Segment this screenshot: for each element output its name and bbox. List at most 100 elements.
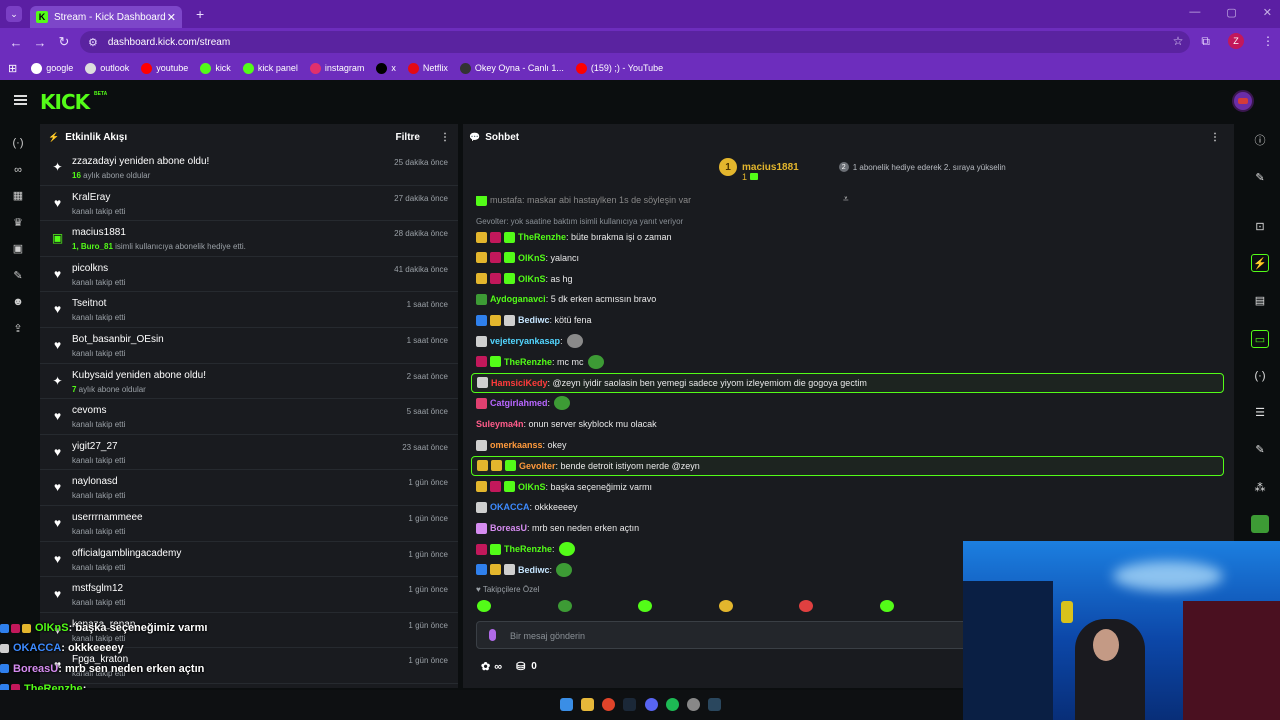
close-window-icon[interactable]: ✕ (1263, 6, 1272, 19)
obs-icon[interactable] (687, 698, 700, 711)
activity-event[interactable]: ♥ mstfsglm12 kanalı takip etti 1 gün önce (40, 577, 458, 613)
gift-icon[interactable]: ✿ (481, 660, 490, 673)
activity-event[interactable]: ✦ zzazadayi yeniden abone oldu! 16 aylık a… (40, 150, 458, 186)
chat-username[interactable]: OKACCA (490, 502, 530, 512)
chat-username[interactable]: Suleyma4n (476, 419, 524, 429)
queue-icon[interactable]: ☰ (1251, 404, 1269, 422)
chat-message[interactable]: Aydoganavci: 5 dk erken acmıssın bravo (471, 289, 1224, 309)
chat-message[interactable]: omerkaanss: okey (471, 435, 1224, 455)
bookmark-item[interactable]: instagram (309, 62, 364, 74)
bookmark-item[interactable]: (159) ;) - YouTube (575, 62, 663, 74)
menu-dots-icon[interactable]: ⋮ (1262, 34, 1274, 48)
chat-message[interactable]: TheRenzhe: mc mc (471, 352, 1224, 372)
edit-icon[interactable]: ✎ (1251, 169, 1269, 187)
bookmark-item[interactable]: google (31, 62, 73, 74)
chat-username[interactable]: Bediwc (518, 315, 550, 325)
document-icon[interactable]: ▤ (1251, 292, 1269, 310)
analytics-icon[interactable]: ▦ (11, 189, 25, 203)
trophy-icon[interactable]: ♛ (11, 216, 25, 230)
bookmark-item[interactable]: kick panel (242, 62, 298, 74)
chat-username[interactable]: TheRenzhe (504, 544, 552, 554)
forward-icon[interactable]: → (28, 35, 52, 50)
user-avatar[interactable] (1232, 90, 1254, 112)
minimize-icon[interactable]: — (1189, 6, 1200, 19)
quick-emote-icon[interactable] (557, 600, 572, 612)
chat-username[interactable]: BoreasU (490, 523, 527, 533)
emote-picker-icon[interactable] (489, 629, 496, 641)
new-tab-icon[interactable]: + (196, 6, 204, 22)
chat-username[interactable]: vejeteryankasap (490, 336, 560, 346)
chat-username[interactable]: TheRenzhe (504, 357, 552, 367)
activity-event[interactable]: ♥ naylonasd kanalı takip etti 1 gün önce (40, 470, 458, 506)
chat-message[interactable]: Bediwc: kötü fena (471, 310, 1224, 330)
quick-emote-icon[interactable] (477, 600, 491, 612)
chat-message[interactable]: HamsiciKedy: @zeyn iyidir saolasin ben y… (471, 372, 1224, 393)
points-icon[interactable]: ⛁ (516, 660, 525, 673)
chat-message[interactable]: OKACCA: okkkeeeey (471, 497, 1224, 517)
tools-icon[interactable]: ✎ (1251, 441, 1269, 459)
spotify-icon[interactable] (666, 698, 679, 711)
steam-app-icon[interactable] (708, 698, 721, 711)
activity-event[interactable]: ♥ KralEray kanalı takip etti 27 dakika önce (40, 186, 458, 222)
chat-username[interactable]: Catgirlahmed (490, 398, 548, 408)
quick-emote-icon[interactable] (879, 600, 894, 612)
chat-message[interactable]: TheRenzhe: büte bırakma işi o zaman (471, 227, 1224, 247)
chat-message[interactable]: OlKnS: as hg (471, 269, 1224, 289)
upload-icon[interactable]: ⇪ (11, 322, 25, 336)
filter-button[interactable]: Filtre (396, 132, 420, 143)
activity-event[interactable]: ♥ officialgamblingacademy kanalı takip ett… (40, 542, 458, 578)
chat-message[interactable]: Suleyma4n: onun server skyblock mu olaca… (471, 414, 1224, 434)
reload-icon[interactable]: ↻ (52, 34, 76, 50)
wrench-icon[interactable]: ✎ (11, 269, 25, 283)
url-field[interactable]: ⚙ dashboard.kick.com/stream (80, 31, 1190, 53)
site-info-icon[interactable]: ⚙ (88, 36, 98, 49)
tab-search-icon[interactable]: ⌄ (6, 6, 22, 22)
hamburger-menu-icon[interactable] (14, 95, 27, 105)
discord-icon[interactable] (645, 698, 658, 711)
chat-message[interactable]: Gevolter: bende detroit istiyom nerde @z… (471, 455, 1224, 476)
broadcast-icon[interactable]: (·) (1251, 367, 1269, 385)
info-icon[interactable]: ⓘ (1251, 132, 1269, 150)
maximize-icon[interactable]: ▢ (1226, 6, 1236, 19)
explorer-icon[interactable] (581, 698, 594, 711)
activity-event[interactable]: ♥ picolkns kanalı takip etti 41 dakika önce (40, 257, 458, 293)
gift-leaderboard[interactable]: 1 macius1881 1 21 abonelik hediye ederek… (719, 158, 1006, 182)
chat-message[interactable]: BoreasU: mrb sen neden erken açtın (471, 518, 1224, 538)
chat-username[interactable]: OlKnS (518, 274, 546, 284)
quick-emote-icon[interactable] (638, 600, 652, 612)
extensions-icon[interactable]: ⧉ (1201, 34, 1210, 49)
chat-username[interactable]: OlKnS (518, 482, 546, 492)
bookmark-item[interactable]: Netflix (407, 62, 448, 74)
chat-menu-icon[interactable]: ⋮ (1210, 132, 1220, 143)
chrome-icon[interactable] (602, 698, 615, 711)
profile-avatar[interactable]: Z (1228, 33, 1244, 49)
activity-event[interactable]: ♥ userrrnammeee kanalı takip etti 1 gün önc… (40, 506, 458, 542)
chat-username[interactable]: Aydoganavci (490, 294, 546, 304)
back-icon[interactable]: ← (4, 35, 28, 50)
quick-emote-icon[interactable] (718, 600, 733, 612)
activity-menu-icon[interactable]: ⋮ (440, 132, 450, 143)
chat-toggle-icon[interactable]: ▭ (1251, 330, 1269, 348)
chat-message[interactable]: Catgirlahmed: (471, 393, 1224, 413)
bookmark-star-icon[interactable]: ☆ (1173, 34, 1184, 48)
chat-username[interactable]: Gevolter (519, 461, 556, 471)
activity-event[interactable]: ♥ yigit27_27 kanalı takip etti 23 saat önce (40, 435, 458, 471)
users-icon[interactable]: ☻ (11, 295, 25, 309)
activity-event[interactable]: ♥ cevoms kanalı takip etti 5 saat önce (40, 399, 458, 435)
tab-close-icon[interactable]: ✕ (167, 11, 176, 24)
broadcast-icon[interactable]: (·) (11, 136, 25, 150)
activity-event[interactable]: ▣ macius1881 1, Buro_81 isimli kullanıcıya… (40, 221, 458, 257)
share-icon[interactable]: ⁂ (1251, 479, 1269, 497)
quick-emote-icon[interactable] (799, 600, 813, 612)
apps-grid-icon[interactable]: ⊞ (8, 62, 17, 75)
chat-username[interactable]: omerkaanss (490, 440, 543, 450)
chat-username[interactable]: HamsiciKedy (491, 378, 548, 388)
activity-toggle-icon[interactable]: ⚡ (1251, 254, 1269, 272)
bookmark-item[interactable]: Okey Oyna - Canlı 1... (459, 62, 564, 74)
kick-logo[interactable]: KICK (40, 90, 90, 114)
activity-event[interactable]: ♥ Bot_basanbir_OEsin kanalı takip etti 1 sa… (40, 328, 458, 364)
activity-event[interactable]: ✦ Kubysaid yeniden abone oldu! 7 aylık abo… (40, 364, 458, 400)
bookmark-item[interactable]: outlook (85, 62, 129, 74)
link-icon[interactable]: ∞ (11, 163, 25, 177)
chat-message[interactable]: OlKnS: yalancı (471, 248, 1224, 268)
